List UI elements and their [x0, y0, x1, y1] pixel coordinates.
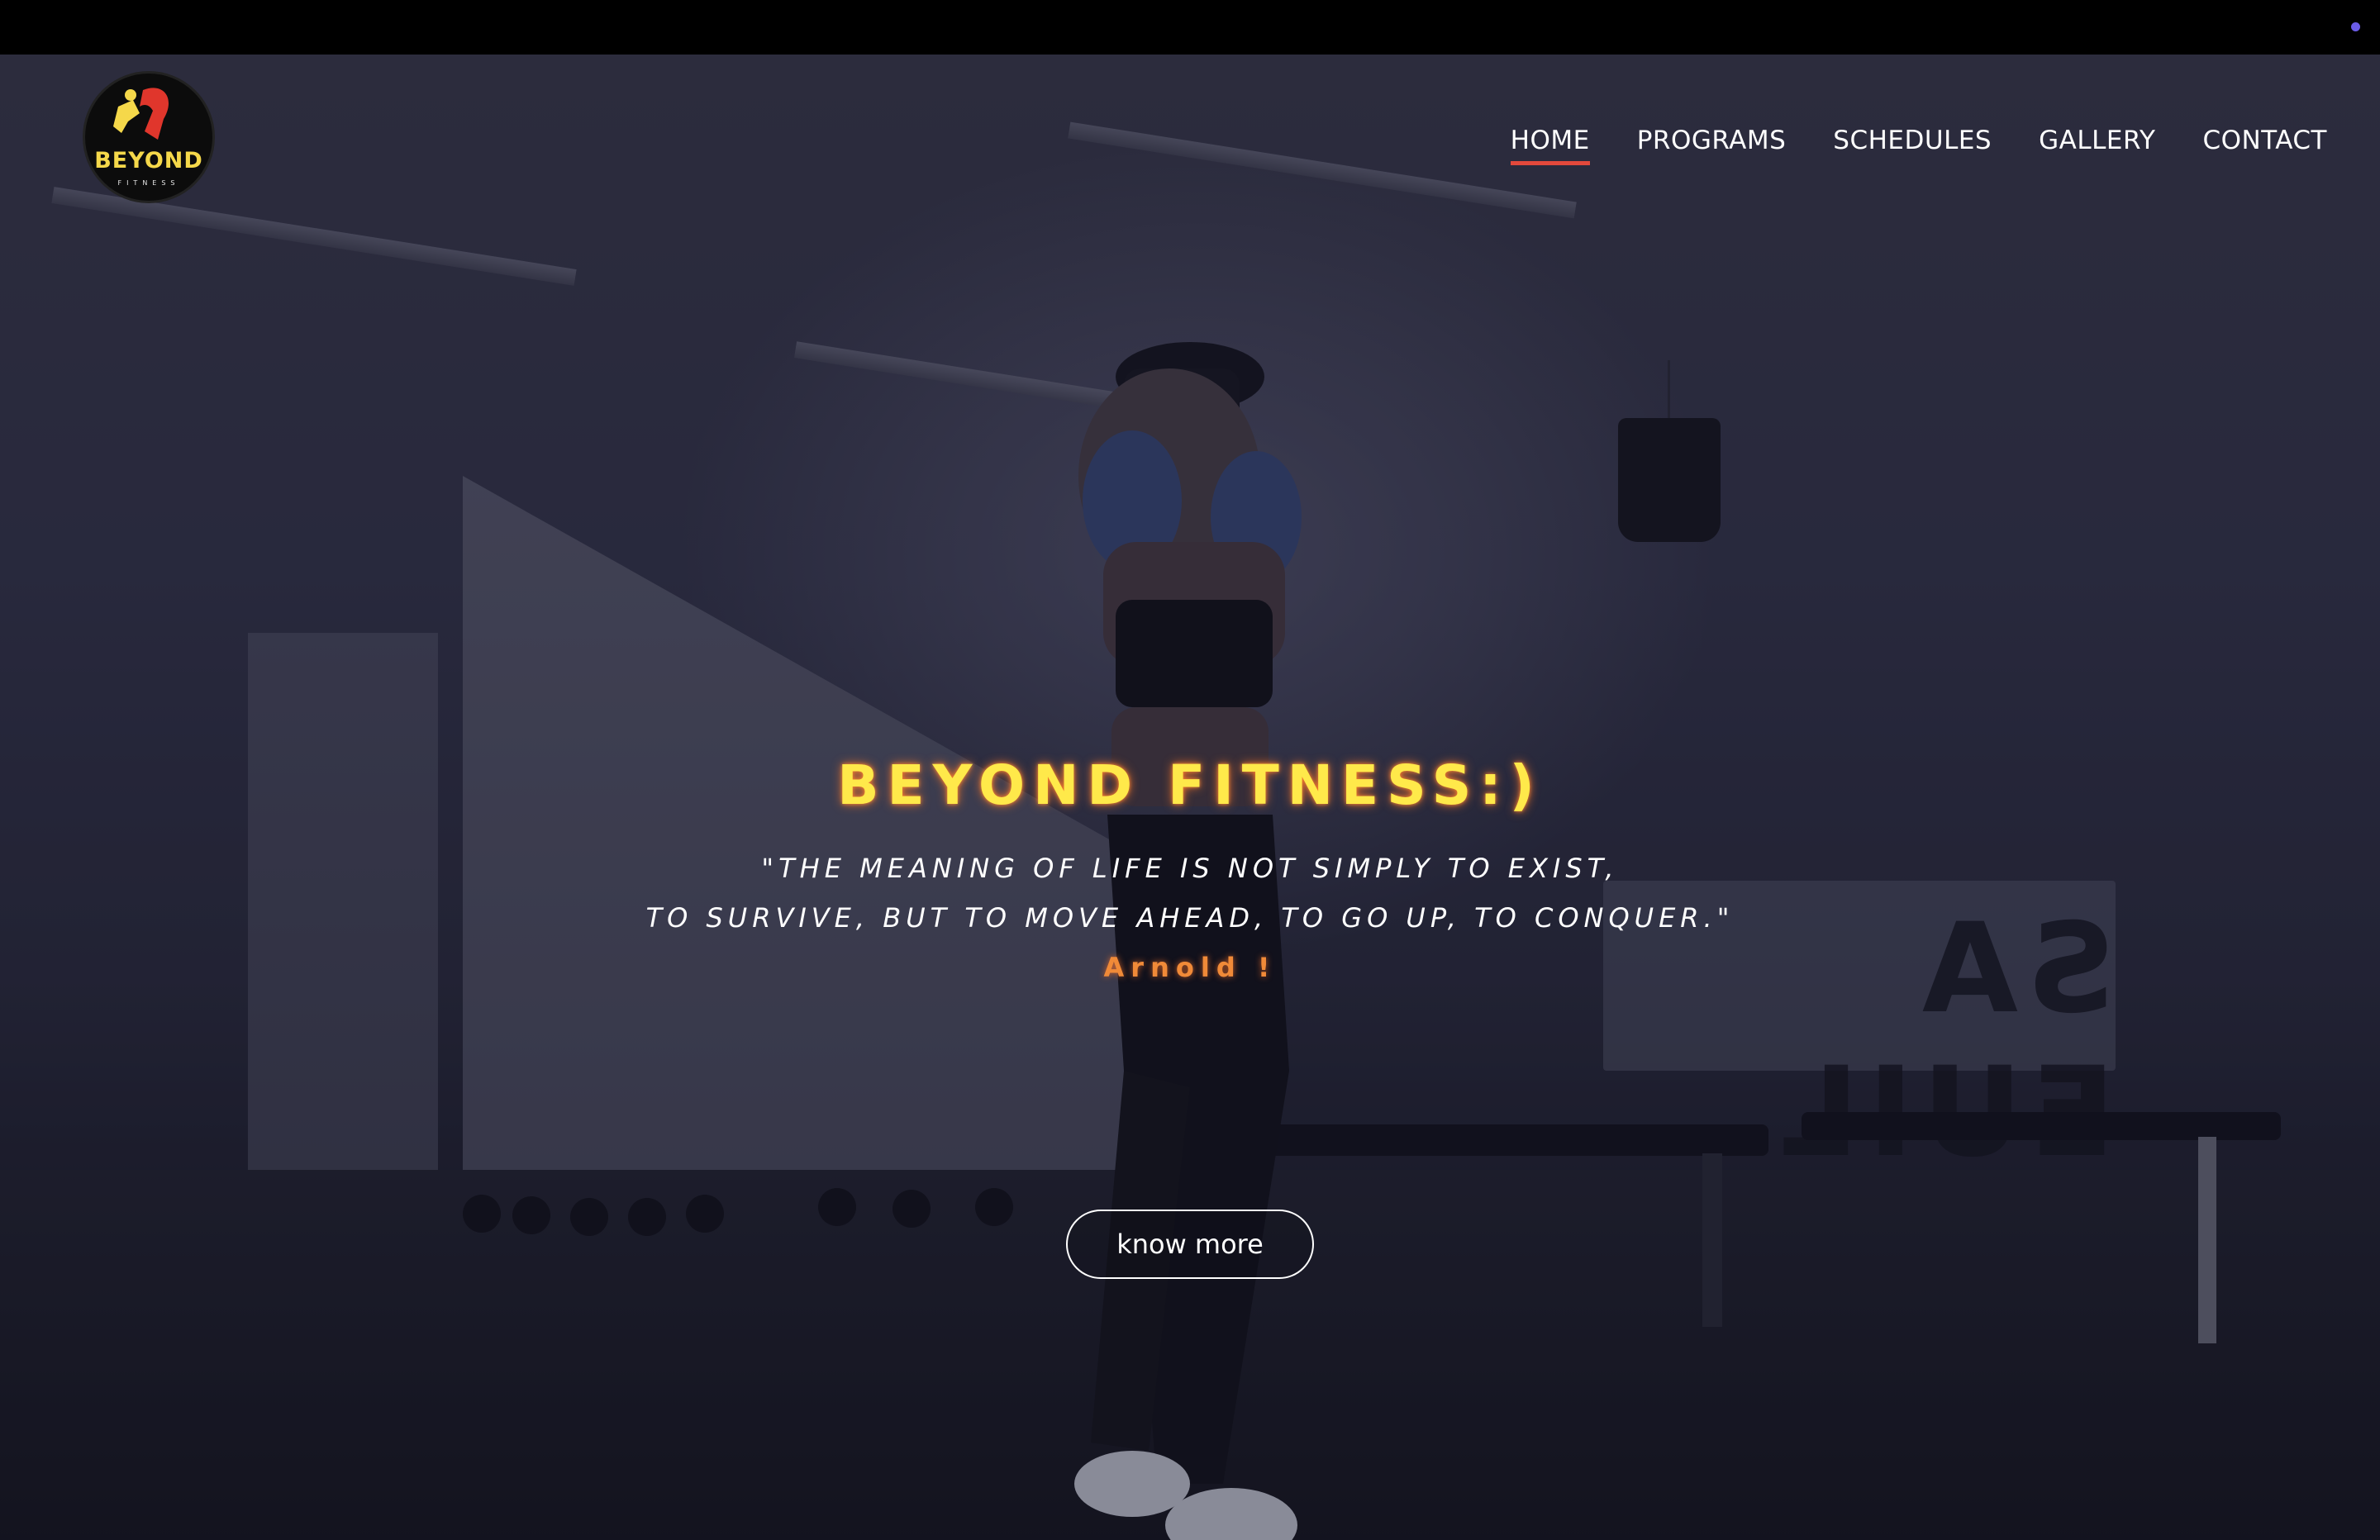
brand-logo[interactable]: BEYOND FITNESS [83, 71, 215, 203]
quote-author: Arnold ! [1103, 952, 1277, 983]
nav-item-contact[interactable]: CONTACT [2202, 124, 2327, 157]
nav-item-gallery[interactable]: GALLERY [2039, 124, 2155, 157]
status-dot-icon [2351, 22, 2360, 31]
hero-headline: BEYOND FITNESS:) [837, 753, 1543, 817]
logo-wordmark: BEYOND [94, 148, 203, 173]
logo-subtitle: FITNESS [117, 179, 180, 187]
main-nav: HOME PROGRAMS SCHEDULES GALLERY CONTACT [1510, 124, 2327, 165]
hero-quote-line-1: "THE MEANING OF LIFE IS NOT SIMPLY TO EX… [761, 853, 1619, 884]
nav-item-programs[interactable]: PROGRAMS [1637, 124, 1787, 157]
top-bar [0, 0, 2380, 55]
hero-quote-line-2: TO SURVIVE, BUT TO MOVE AHEAD, TO GO UP,… [645, 902, 1735, 934]
page: SA EUIL [0, 0, 2380, 1540]
nav-item-home[interactable]: HOME [1510, 124, 1590, 165]
know-more-button[interactable]: know more [1066, 1210, 1314, 1279]
nav-item-schedules[interactable]: SCHEDULES [1833, 124, 1992, 157]
